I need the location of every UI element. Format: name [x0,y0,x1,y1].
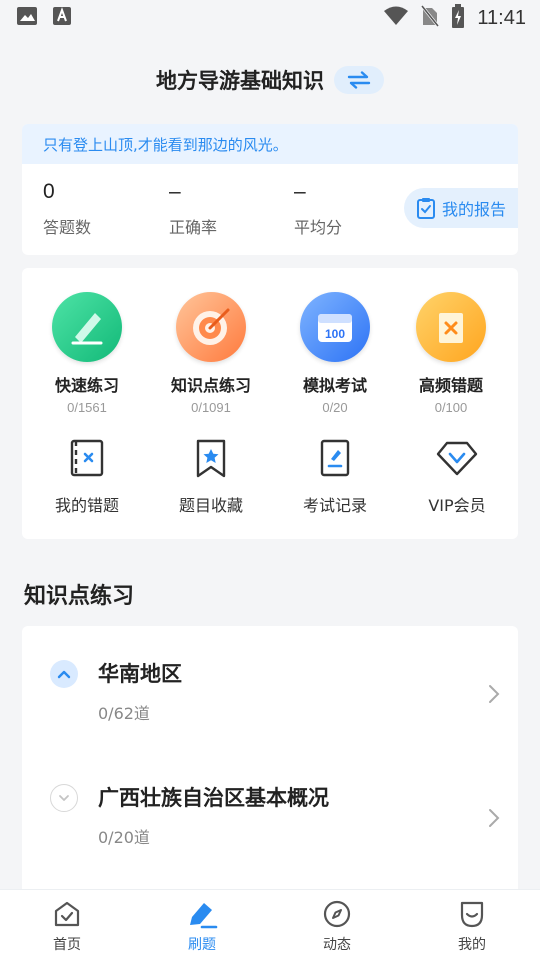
nav-profile[interactable]: 我的 [432,898,512,954]
nav-label: 动态 [323,937,351,953]
mock-exam-button[interactable]: 100 模拟考试 0/20 [280,292,390,415]
font-icon [52,6,72,30]
section-title: 知识点练习 [24,584,135,609]
swap-icon [347,71,371,89]
error-book-icon [416,292,486,362]
expand-toggle[interactable] [50,784,78,812]
stat-label: 平均分 [294,218,343,237]
bookmark-star-icon [156,436,266,480]
nav-home[interactable]: 首页 [27,898,107,954]
knowledge-practice-button[interactable]: 知识点练习 0/1091 [156,292,266,415]
page-header: 地方导游基础知识 [0,62,540,98]
feature-title: 高频错题 [418,376,483,395]
exam-record-icon [280,436,390,480]
clipboard-check-icon [417,198,435,219]
my-mistakes-button[interactable]: 我的错题 [32,436,142,516]
collapse-toggle[interactable] [50,660,78,688]
stat-value: 0 [43,180,55,203]
motto-banner: 只有登上山顶,才能看到那边的风光。 [22,124,518,164]
calendar-100-icon: 100 [300,292,370,362]
nav-feed[interactable]: 动态 [297,898,377,954]
stat-label: 答题数 [43,218,92,237]
profile-icon [432,898,512,930]
stat-value: – [294,180,306,203]
report-label: 我的报告 [442,200,507,219]
feature-count: 0/100 [434,400,468,415]
svg-text:100: 100 [325,327,345,341]
tool-label: 我的错题 [54,496,119,515]
list-item[interactable]: 广西壮族自治区基本概况 0/20道 [22,772,518,872]
my-report-button[interactable]: 我的报告 [404,188,518,228]
chevron-right-icon [489,809,500,827]
nav-label: 我的 [458,937,486,953]
page-title: 地方导游基础知识 [156,69,324,93]
pencil-icon [52,292,122,362]
nav-label: 首页 [53,937,81,953]
pen-icon [162,898,242,930]
stat-value: – [169,180,181,203]
item-progress: 0/20道 [98,828,150,847]
switch-subject-button[interactable] [334,66,384,94]
tool-label: 题目收藏 [178,496,243,515]
home-icon [27,898,107,930]
tool-label: 考试记录 [302,496,367,515]
stat-label: 正确率 [169,218,218,237]
exam-records-button[interactable]: 考试记录 [280,436,390,516]
target-icon [176,292,246,362]
wifi-icon [383,6,409,30]
list-item[interactable]: 华南地区 0/62道 [22,648,518,748]
frequent-mistakes-button[interactable]: 高频错题 0/100 [396,292,506,415]
chevron-right-icon [489,685,500,703]
nav-practice[interactable]: 刷题 [162,898,242,954]
feature-title: 模拟考试 [302,376,367,395]
stats-card: 只有登上山顶,才能看到那边的风光。 0 答题数 – 正确率 – 平均分 我的报告 [22,124,518,255]
feature-title: 知识点练习 [170,376,251,395]
stat-average: – 平均分 [294,180,342,238]
vip-membership-button[interactable]: VIP会员 [402,436,512,516]
stat-answered: 0 答题数 [43,180,91,238]
features-card: 快速练习 0/1561 知识点练习 0/1091 100 模拟考试 0/20 高… [22,268,518,539]
no-sim-icon [421,5,440,31]
feature-count: 0/1561 [67,400,107,415]
chevron-up-icon [57,670,71,679]
clock: 11:41 [477,6,526,29]
item-progress: 0/62道 [98,704,150,723]
nav-label: 刷题 [188,937,216,953]
chevron-down-icon [59,795,69,801]
quick-practice-button[interactable]: 快速练习 0/1561 [32,292,142,415]
feature-count: 0/20 [322,400,348,415]
tool-label: VIP会员 [428,496,486,515]
favorites-button[interactable]: 题目收藏 [156,436,266,516]
item-title: 广西壮族自治区基本概况 [98,786,329,810]
bottom-nav: 首页 刷题 动态 我的 [0,889,540,960]
mistake-notebook-icon [32,436,142,480]
feature-title: 快速练习 [54,376,119,395]
item-title: 华南地区 [98,662,182,686]
image-icon [16,6,38,30]
status-bar: 11:41 [0,0,540,36]
diamond-icon [402,436,512,480]
stat-accuracy: – 正确率 [169,180,217,238]
feature-count: 0/1091 [191,400,231,415]
compass-icon [297,898,377,930]
battery-icon [451,4,465,32]
